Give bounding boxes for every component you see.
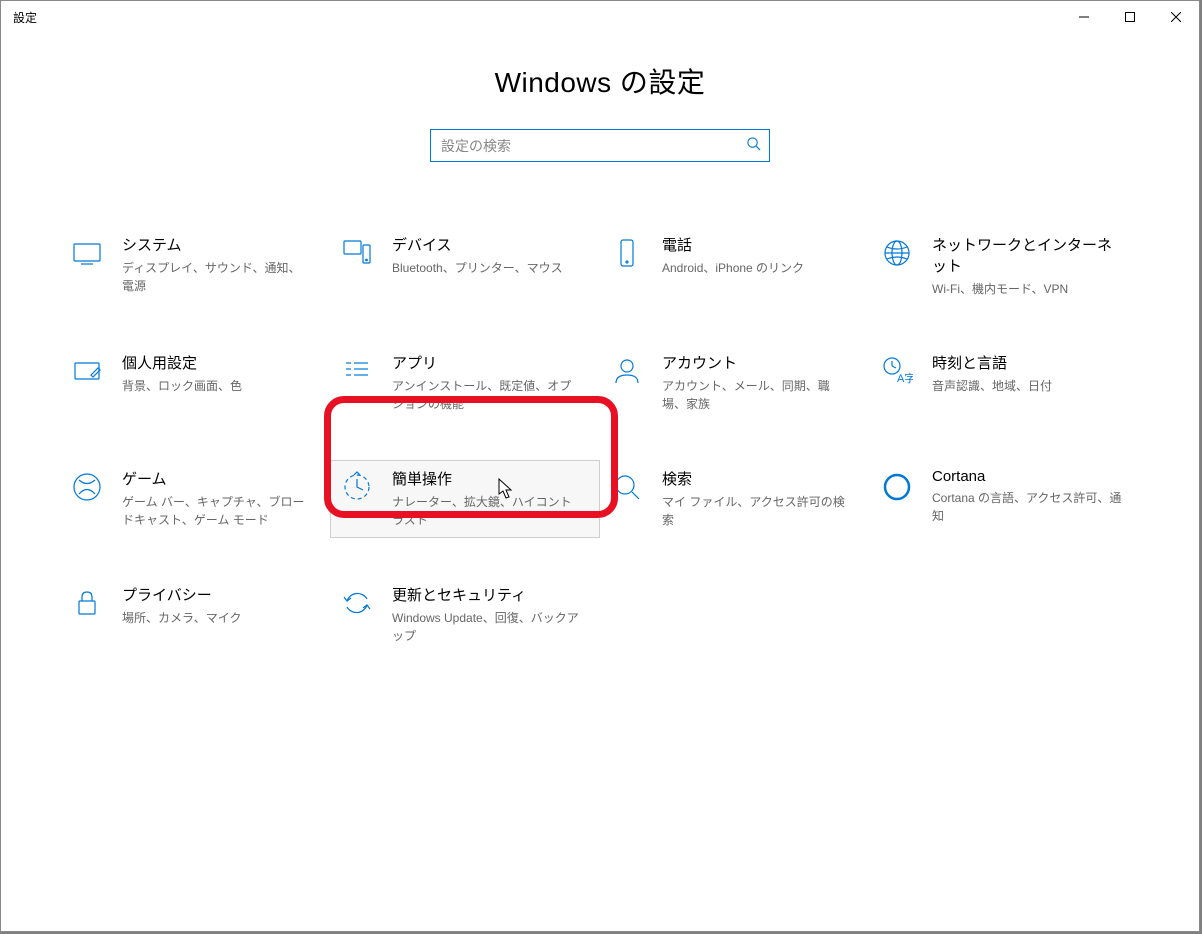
titlebar: 設定 bbox=[1, 1, 1199, 33]
tile-title: 電話 bbox=[662, 234, 852, 255]
tile-personalization[interactable]: 個人用設定背景、ロック画面、色 bbox=[60, 344, 330, 422]
tile-privacy[interactable]: プライバシー場所、カメラ、マイク bbox=[60, 576, 330, 654]
globe-icon bbox=[880, 236, 914, 270]
tile-devices[interactable]: デバイス Bluetooth、プリンター、マウス bbox=[330, 226, 600, 306]
tile-system[interactable]: システムディスプレイ、サウンド、通知、電源 bbox=[60, 226, 330, 306]
page-title: Windows の設定 bbox=[31, 61, 1169, 101]
tile-title: 検索 bbox=[662, 468, 852, 489]
tile-desc: アンインストール、既定値、オプションの機能 bbox=[392, 377, 582, 413]
tile-update-security[interactable]: 更新とセキュリティ Windows Update、回復、バックアップ bbox=[330, 576, 600, 654]
maximize-button[interactable] bbox=[1107, 1, 1153, 33]
tile-desc: Bluetooth、プリンター、マウス bbox=[392, 259, 582, 277]
tile-title: 更新とセキュリティ bbox=[392, 584, 582, 605]
window-title: 設定 bbox=[13, 9, 37, 26]
sync-icon bbox=[340, 586, 374, 620]
phone-icon bbox=[610, 236, 644, 270]
tile-desc: アカウント、メール、同期、職場、家族 bbox=[662, 377, 852, 413]
tile-desc: Windows Update、回復、バックアップ bbox=[392, 609, 582, 645]
tile-desc: 背景、ロック画面、色 bbox=[122, 377, 312, 395]
tile-time-language[interactable]: A字 時刻と言語音声認識、地域、日付 bbox=[870, 344, 1140, 422]
tile-title: 個人用設定 bbox=[122, 352, 312, 373]
tile-desc: ゲーム バー、キャプチャ、ブロードキャスト、ゲーム モード bbox=[122, 493, 312, 529]
cortana-icon bbox=[880, 470, 914, 504]
svg-text:A字: A字 bbox=[897, 371, 913, 385]
lock-icon bbox=[70, 586, 104, 620]
tile-desc: マイ ファイル、アクセス許可の検索 bbox=[662, 493, 852, 529]
devices-icon bbox=[340, 236, 374, 270]
window-controls bbox=[1061, 1, 1199, 33]
content-area: Windows の設定 システムディスプレイ、サウンド、通知、電源 デバイス Bl… bbox=[1, 33, 1199, 684]
search-box[interactable] bbox=[430, 129, 770, 162]
tile-accounts[interactable]: アカウントアカウント、メール、同期、職場、家族 bbox=[600, 344, 870, 422]
tile-title: ゲーム bbox=[122, 468, 312, 489]
tile-desc: ディスプレイ、サウンド、通知、電源 bbox=[122, 259, 312, 295]
tile-title: システム bbox=[122, 234, 312, 255]
ease-of-access-icon bbox=[340, 470, 374, 504]
search-wrap bbox=[31, 129, 1169, 162]
tile-desc: 場所、カメラ、マイク bbox=[122, 609, 312, 627]
tile-network[interactable]: ネットワークとインターネット Wi-Fi、機内モード、VPN bbox=[870, 226, 1140, 306]
xbox-icon bbox=[70, 470, 104, 504]
tile-desc: ナレーター、拡大鏡、ハイコントラスト bbox=[392, 493, 582, 529]
tile-ease-of-access[interactable]: 簡単操作ナレーター、拡大鏡、ハイコントラスト bbox=[330, 460, 600, 538]
paint-icon bbox=[70, 354, 104, 388]
time-language-icon: A字 bbox=[880, 354, 914, 388]
tile-title: 簡単操作 bbox=[392, 468, 582, 489]
tile-desc: Cortana の言語、アクセス許可、通知 bbox=[932, 489, 1122, 525]
tile-desc: Wi-Fi、機内モード、VPN bbox=[932, 280, 1122, 298]
minimize-button[interactable] bbox=[1061, 1, 1107, 33]
tile-title: 時刻と言語 bbox=[932, 352, 1122, 373]
tile-title: ネットワークとインターネット bbox=[932, 234, 1122, 276]
person-icon bbox=[610, 354, 644, 388]
tile-cortana[interactable]: Cortana Cortana の言語、アクセス許可、通知 bbox=[870, 460, 1140, 538]
tile-phone[interactable]: 電話 Android、iPhone のリンク bbox=[600, 226, 870, 306]
apps-icon bbox=[340, 354, 374, 388]
display-icon bbox=[70, 236, 104, 270]
tile-desc: Android、iPhone のリンク bbox=[662, 259, 852, 277]
settings-window: 設定 Windows の設定 システムディスプレイ、サウンド、通知、電源 bbox=[0, 0, 1200, 932]
tile-gaming[interactable]: ゲームゲーム バー、キャプチャ、ブロードキャスト、ゲーム モード bbox=[60, 460, 330, 538]
magnifier-icon bbox=[610, 470, 644, 504]
settings-grid: システムディスプレイ、サウンド、通知、電源 デバイス Bluetooth、プリンタ… bbox=[31, 226, 1169, 654]
close-button[interactable] bbox=[1153, 1, 1199, 33]
tile-title: プライバシー bbox=[122, 584, 312, 605]
tile-title: アプリ bbox=[392, 352, 582, 373]
tile-title: デバイス bbox=[392, 234, 582, 255]
tile-desc: 音声認識、地域、日付 bbox=[932, 377, 1122, 395]
tile-title: Cortana bbox=[932, 468, 1122, 485]
tile-search[interactable]: 検索マイ ファイル、アクセス許可の検索 bbox=[600, 460, 870, 538]
tile-title: アカウント bbox=[662, 352, 852, 373]
search-input[interactable] bbox=[441, 138, 746, 154]
tile-apps[interactable]: アプリアンインストール、既定値、オプションの機能 bbox=[330, 344, 600, 422]
search-icon bbox=[746, 136, 761, 156]
